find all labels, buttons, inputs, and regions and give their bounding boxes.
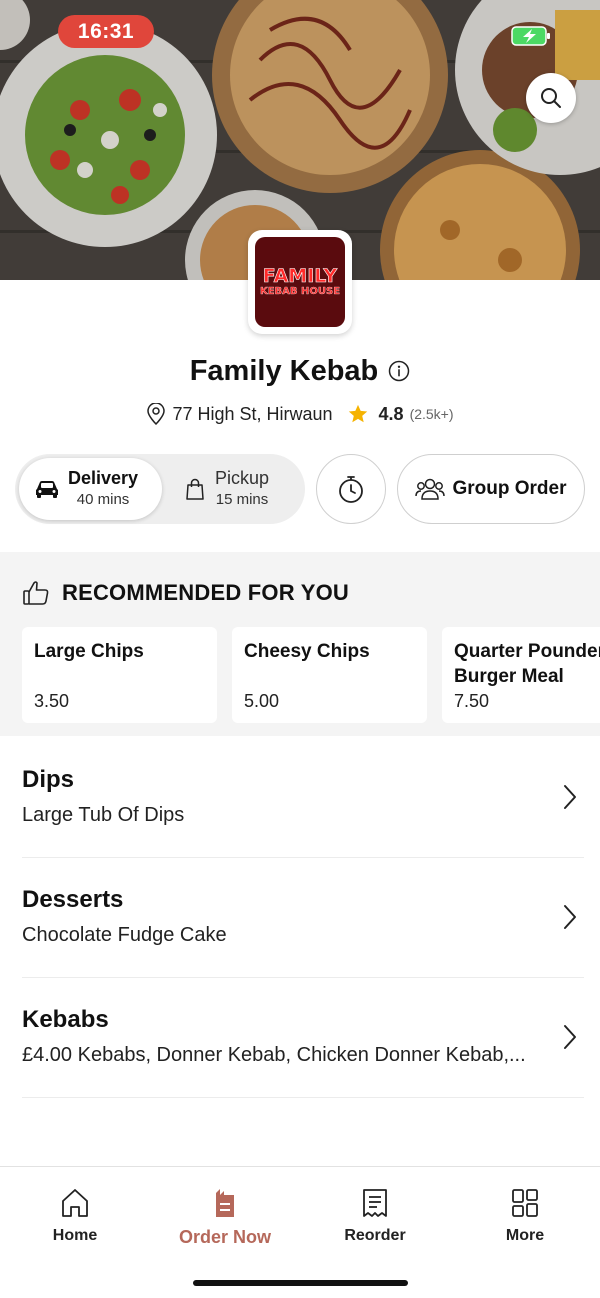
pickup-time: 15 mins [215,491,269,508]
home-indicator[interactable] [193,1280,408,1286]
restaurant-title-row: Family Kebab [0,350,600,392]
chevron-right-icon [564,905,576,929]
group-people-icon [415,478,446,500]
search-icon [541,88,561,108]
rating-count: (2.5k+) [409,406,454,422]
thumbs-up-icon [23,581,49,605]
nav-label-home: Home [52,1227,98,1244]
group-order-label: Group Order [452,478,567,499]
nav-label-order-now: Order Now [178,1227,271,1247]
category-description: Chocolate Fudge Cake [22,924,227,946]
logo-text-family: FAMILY [262,265,338,287]
nav-item-order-now[interactable]: Order Now [150,1187,300,1248]
nav-item-more[interactable]: More [450,1187,600,1245]
shopping-bag-icon [186,478,204,500]
delivery-time: 40 mins [76,491,130,508]
category-description: £4.00 Kebabs, Donner Kebab, Chicken Donn… [22,1044,526,1066]
recommended-item-name-cont: Burger Meal [454,666,564,687]
recommended-title: RECOMMENDED FOR YOU [62,580,349,605]
info-icon[interactable] [388,360,410,382]
logo-text-kebab-house: KEBAB HOUSE [259,286,341,297]
bottom-navigation: Home Order Now Reorder More [0,1166,600,1298]
location-pin-icon [147,403,166,425]
search-button[interactable] [526,73,576,123]
restaurant-logo: FAMILY KEBAB HOUSE [248,230,352,334]
recommended-item-card[interactable]: Large Chips 3.50 [22,627,217,723]
group-order-button[interactable]: Group Order [397,454,585,524]
pickup-option[interactable]: Pickup 15 mins [185,458,301,520]
delivery-pickup-toggle: Delivery 40 mins Pickup 15 mins [15,454,305,524]
recommended-header: RECOMMENDED FOR YOU [22,580,349,606]
order-bag-icon [216,1189,234,1217]
category-name: Desserts [22,886,124,913]
rating-value: 4.8 [378,403,404,424]
chevron-right-icon [564,785,576,809]
status-time: 16:31 [58,15,154,48]
restaurant-name: Family Kebab [189,354,379,387]
star-icon [348,404,367,423]
chevron-right-icon [564,1025,576,1049]
nav-label-more: More [505,1227,545,1244]
category-row-desserts[interactable]: Desserts Chocolate Fudge Cake [22,858,584,978]
restaurant-address: 77 High St, Hirwaun [172,403,333,424]
receipt-icon [363,1189,387,1217]
category-description: Large Tub Of Dips [22,804,185,826]
stopwatch-icon [339,476,363,503]
recommended-item-name: Cheesy Chips [244,641,370,662]
recommended-item-name: Large Chips [34,641,144,662]
pickup-label: Pickup [215,468,270,488]
grid-icon [512,1189,538,1217]
restaurant-logo-image: FAMILY KEBAB HOUSE [255,237,345,327]
category-row-kebabs[interactable]: Kebabs £4.00 Kebabs, Donner Kebab, Chick… [22,978,584,1098]
category-name: Kebabs [22,1006,109,1033]
battery-charging-icon [511,26,550,46]
recommended-item-card[interactable]: Cheesy Chips 5.00 [232,627,427,723]
category-row-dips[interactable]: Dips Large Tub Of Dips [22,738,584,858]
schedule-button[interactable] [316,454,386,524]
recommended-item-price: 7.50 [454,691,490,711]
delivery-option[interactable]: Delivery 40 mins [19,458,162,520]
home-icon [62,1189,88,1217]
recommended-item-price: 5.00 [244,691,280,711]
nav-label-reorder: Reorder [344,1227,406,1244]
restaurant-info-row: 77 High St, Hirwaun 4.8 (2.5k+) [0,400,600,428]
recommended-item-name: Quarter Pounder [454,641,600,662]
category-name: Dips [22,766,75,793]
recommended-section: RECOMMENDED FOR YOU Large Chips 3.50 Che… [0,552,600,736]
recommended-item-card[interactable]: Quarter Pounder Burger Meal 7.50 [442,627,600,723]
recommended-item-price: 3.50 [34,691,70,711]
delivery-label: Delivery [68,468,139,488]
nav-item-home[interactable]: Home [0,1187,150,1245]
nav-item-reorder[interactable]: Reorder [300,1187,450,1245]
car-icon [36,481,58,498]
